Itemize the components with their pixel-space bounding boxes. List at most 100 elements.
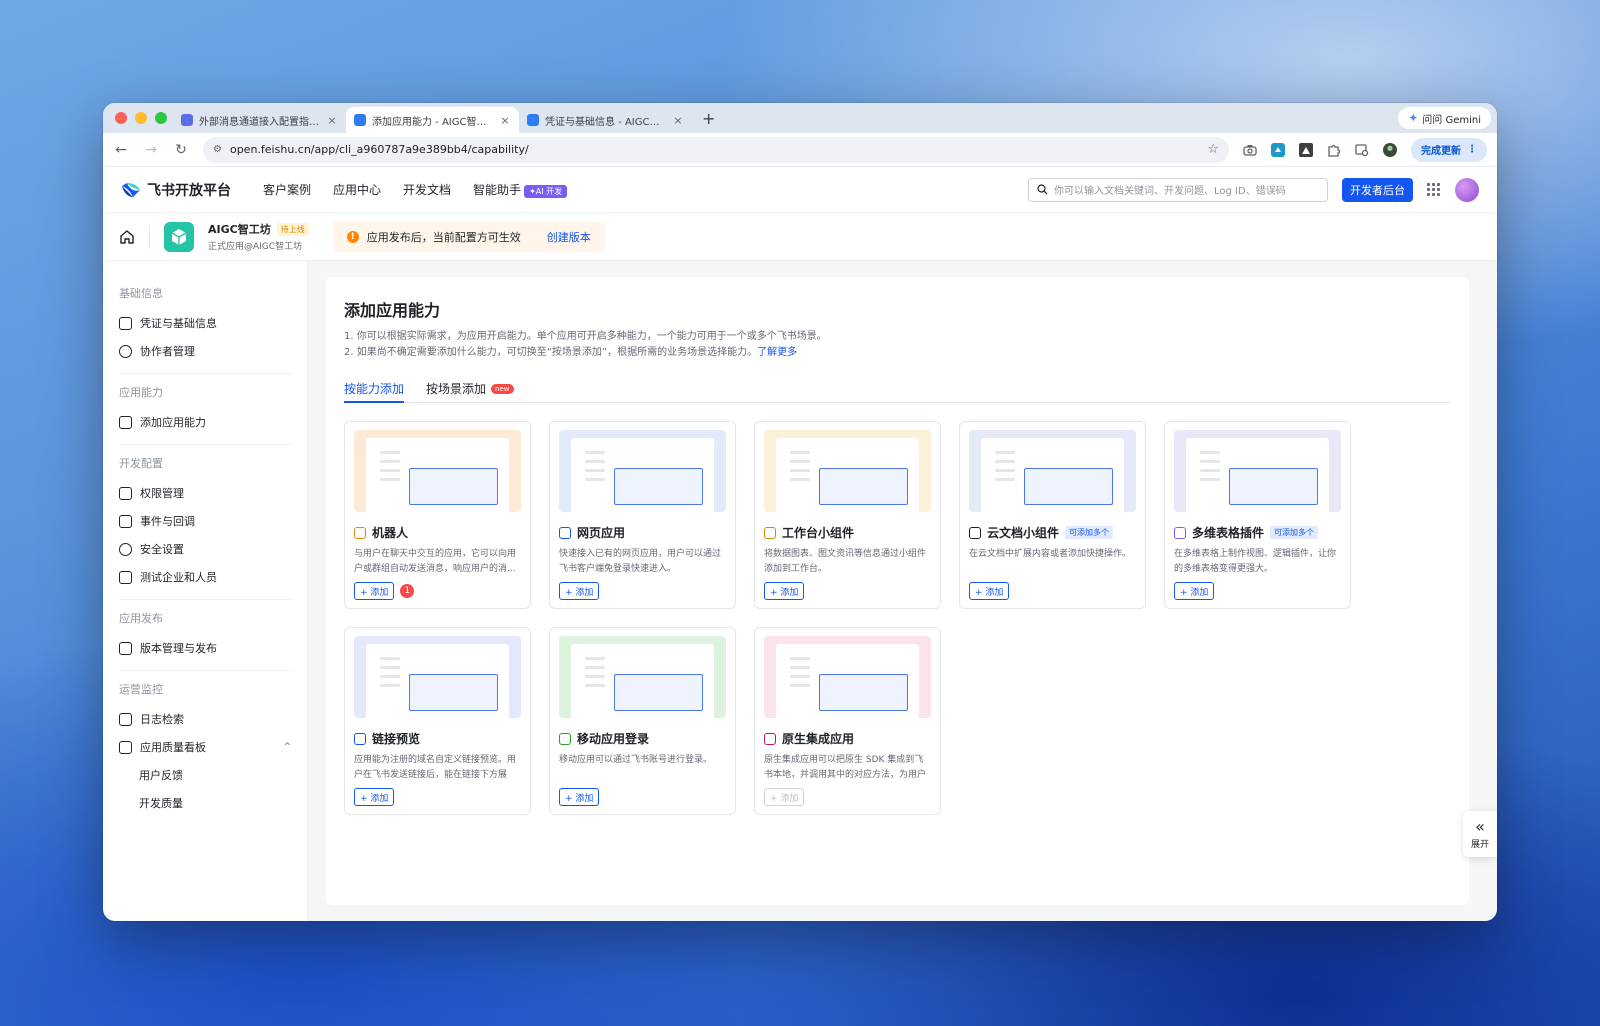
tab-favicon-icon bbox=[181, 114, 193, 126]
capability-icon bbox=[764, 732, 776, 745]
sidebar-item[interactable]: 应用质量看板 ^ bbox=[119, 733, 307, 761]
sidebar-item[interactable]: 事件与回调 bbox=[119, 507, 307, 535]
tab-close-icon[interactable]: × bbox=[326, 114, 338, 127]
capability-icon bbox=[559, 732, 571, 745]
capability-icon bbox=[354, 732, 366, 745]
sidebar-item[interactable]: 协作者管理 bbox=[119, 337, 307, 365]
add-capability-button[interactable]: + 添加 bbox=[354, 582, 395, 600]
sidebar-divider bbox=[119, 444, 291, 445]
capability-card: 工作台小组件 将数据图表、图文资讯等信息通过小组件添加到工作台。 + 添加 bbox=[754, 421, 941, 609]
extension-dark-icon[interactable] bbox=[1299, 142, 1313, 157]
address-bar[interactable]: ⚙ open.feishu.cn/app/cli_a960787a9e389bb… bbox=[203, 136, 1229, 163]
sidebar-item[interactable]: 日志检索 bbox=[119, 705, 307, 733]
capability-card: 网页应用 快速接入已有的网页应用，用户可以通过飞书客户端免登录快速进入。 + 添加 bbox=[549, 421, 736, 609]
tab-by-capability[interactable]: 按能力添加 bbox=[344, 381, 405, 403]
sidebar-item[interactable]: 添加应用能力 bbox=[119, 408, 307, 436]
sidebar-item-label: 权限管理 bbox=[140, 487, 184, 500]
capability-icon bbox=[354, 526, 366, 539]
shield-icon bbox=[119, 542, 132, 556]
forward-arrow-icon[interactable]: → bbox=[143, 142, 159, 158]
nav-app-center[interactable]: 应用中心 bbox=[333, 181, 381, 198]
new-tab-button[interactable]: + bbox=[692, 109, 725, 128]
extension-blue-icon[interactable] bbox=[1271, 142, 1285, 157]
camera-icon[interactable] bbox=[1243, 143, 1257, 157]
capability-icon bbox=[559, 526, 571, 539]
complete-update-button[interactable]: 完成更新 ⋮ bbox=[1411, 137, 1487, 162]
description-line-2-text: 2. 如果尚不确定需要添加什么能力，可切换至“按场景添加”，根据所需的业务场景选… bbox=[344, 347, 758, 358]
nav-dev-docs[interactable]: 开发文档 bbox=[403, 181, 451, 198]
reload-icon[interactable]: ↻ bbox=[173, 142, 189, 158]
home-icon[interactable] bbox=[119, 229, 135, 245]
browser-window: 外部消息通道接入配置指南 - 知×添加应用能力 - AIGC智工坊 - 开×凭证… bbox=[103, 103, 1497, 921]
lock-icon bbox=[119, 486, 132, 500]
feishu-logo[interactable]: 飞书开放平台 bbox=[121, 180, 231, 200]
add-capability-button[interactable]: + 添加 bbox=[559, 582, 600, 600]
chevron-up-icon[interactable]: ^ bbox=[283, 742, 291, 752]
sidebar-item-label: 应用质量看板 bbox=[140, 741, 206, 754]
expand-panel-button[interactable]: « 展开 bbox=[1463, 811, 1497, 857]
nav-smart-assistant[interactable]: 智能助手 ✦AI 开发 bbox=[473, 181, 568, 198]
nav-customer-cases[interactable]: 客户案例 bbox=[263, 181, 311, 198]
tab-favicon-icon bbox=[354, 114, 366, 126]
add-capability-button[interactable]: + 添加 bbox=[969, 582, 1010, 600]
app-info: AIGC智工坊 待上线 正式应用@AIGC智工坊 bbox=[208, 221, 309, 252]
log-icon bbox=[119, 712, 132, 726]
minimize-window-button[interactable] bbox=[135, 112, 147, 124]
browser-tab[interactable]: 外部消息通道接入配置指南 - 知 × bbox=[173, 107, 346, 133]
count-badge: 1 bbox=[400, 584, 415, 598]
sidebar-item[interactable]: 凭证与基础信息 bbox=[119, 309, 307, 337]
tab-search-icon[interactable] bbox=[1355, 143, 1369, 157]
ai-dev-badge: ✦AI 开发 bbox=[524, 185, 568, 198]
add-capability-button[interactable]: + 添加 bbox=[354, 788, 395, 806]
main-nav: 客户案例 应用中心 开发文档 智能助手 ✦AI 开发 bbox=[263, 181, 568, 198]
sparkle-icon: ✦ bbox=[1408, 111, 1419, 125]
doc-search-input[interactable]: 你可以输入文档关键词、开发问题、Log ID、错误码 bbox=[1028, 177, 1328, 202]
tab-strip: 外部消息通道接入配置指南 - 知×添加应用能力 - AIGC智工坊 - 开×凭证… bbox=[103, 103, 1497, 133]
puzzle-extensions-icon[interactable] bbox=[1327, 143, 1341, 157]
app-grid-icon[interactable] bbox=[1427, 182, 1441, 197]
profile-avatar-icon[interactable] bbox=[1383, 142, 1397, 157]
card-preview-image bbox=[764, 430, 931, 512]
description-line-2: 2. 如果尚不确定需要添加什么能力，可切换至“按场景添加”，根据所需的业务场景选… bbox=[344, 345, 1451, 361]
sidebar-subitem[interactable]: 用户反馈 bbox=[119, 761, 307, 789]
sidebar-subitem[interactable]: 开发质量 bbox=[119, 789, 307, 817]
sidebar-group-title: 应用能力 bbox=[119, 386, 163, 399]
sidebar-item[interactable]: 版本管理与发布 bbox=[119, 634, 307, 662]
add-capability-button[interactable]: + 添加 bbox=[1174, 582, 1215, 600]
tab-by-scenario[interactable]: 按场景添加 new bbox=[426, 381, 514, 402]
developer-console-button[interactable]: 开发者后台 bbox=[1342, 177, 1413, 202]
browser-toolbar: ← → ↻ ⚙ open.feishu.cn/app/cli_a960787a9… bbox=[103, 133, 1497, 167]
back-arrow-icon[interactable]: ← bbox=[113, 142, 129, 158]
create-version-link[interactable]: 创建版本 bbox=[547, 229, 591, 245]
sidebar-item-label: 添加应用能力 bbox=[140, 416, 206, 429]
sidebar-item[interactable]: 安全设置 bbox=[119, 535, 307, 563]
app-bar: AIGC智工坊 待上线 正式应用@AIGC智工坊 ! 应用发布后，当前配置方可生效… bbox=[103, 213, 1497, 261]
add-mode-tabs: 按能力添加 按场景添加 new bbox=[344, 381, 1451, 403]
user-icon bbox=[119, 344, 132, 358]
bookmark-star-icon[interactable]: ☆ bbox=[1207, 142, 1219, 157]
tab-close-icon[interactable]: × bbox=[672, 114, 684, 127]
add-capability-button[interactable]: + 添加 bbox=[559, 788, 600, 806]
site-settings-icon[interactable]: ⚙ bbox=[213, 144, 222, 155]
card-description: 移动应用可以通过飞书账号进行登录。 bbox=[559, 755, 713, 765]
id-card-icon bbox=[119, 316, 132, 330]
search-icon bbox=[1037, 184, 1048, 195]
event-icon bbox=[119, 514, 132, 528]
browser-tab[interactable]: 添加应用能力 - AIGC智工坊 - 开 × bbox=[346, 107, 519, 133]
tab-close-icon[interactable]: × bbox=[499, 114, 511, 127]
user-avatar[interactable] bbox=[1455, 177, 1479, 202]
capability-cards: 机器人 与用户在聊天中交互的应用，它可以向用户或群组自动发送消息，响应用户的消..… bbox=[344, 421, 1451, 815]
card-title: 机器人 bbox=[372, 526, 409, 540]
browser-tab[interactable]: 凭证与基础信息 - AIGC智工坊 × bbox=[519, 107, 692, 133]
card-title: 链接预览 bbox=[372, 732, 421, 746]
tab-by-scenario-label: 按场景添加 bbox=[426, 382, 487, 396]
sidebar-divider bbox=[119, 599, 291, 600]
sidebar-item[interactable]: 测试企业和人员 bbox=[119, 563, 307, 591]
close-window-button[interactable] bbox=[115, 112, 127, 124]
maximize-window-button[interactable] bbox=[155, 112, 167, 124]
gemini-button[interactable]: ✦ 问问 Gemini bbox=[1398, 107, 1491, 129]
card-title: 网页应用 bbox=[577, 526, 626, 540]
sidebar-item[interactable]: 权限管理 bbox=[119, 479, 307, 507]
learn-more-link[interactable]: 了解更多 bbox=[757, 347, 797, 358]
add-capability-button[interactable]: + 添加 bbox=[764, 582, 805, 600]
